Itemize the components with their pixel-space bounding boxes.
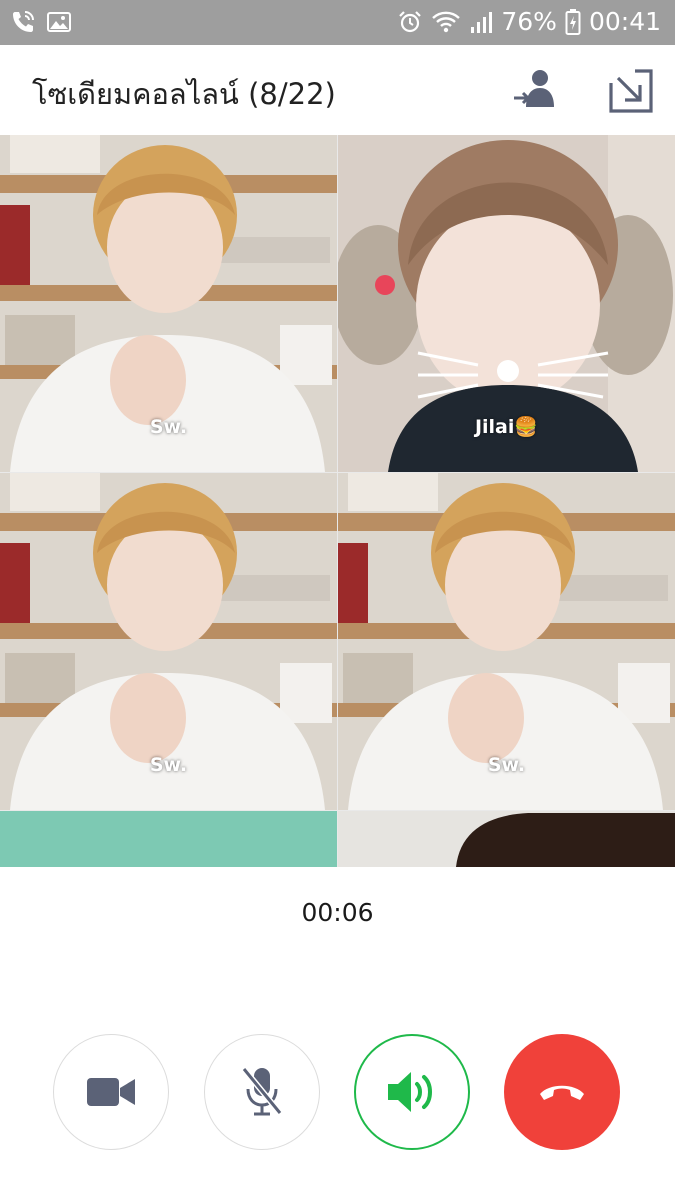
participant-video [338,811,675,867]
participant-name: Jilai🍔 [474,416,539,438]
video-camera-icon [87,1078,135,1106]
microphone-muted-icon [241,1067,283,1116]
participant-tile[interactable]: Jilai🍔 [338,135,675,472]
end-call-icon [540,1085,584,1100]
invite-member-button[interactable] [510,65,562,117]
call-header: โซเดียมคอลไลน์ (8/22) [0,45,675,135]
wifi-icon [431,9,461,35]
phone-wifi-icon [10,9,36,35]
participant-tile[interactable]: Sw. [0,135,337,472]
call-timer: 00:06 [301,898,374,927]
status-bar: 76% 00:41 [0,0,675,45]
signal-icon [469,9,493,35]
participant-name: Sw. [149,416,188,438]
participant-name: Sw. [487,754,526,776]
mute-button[interactable] [204,1034,320,1150]
image-icon [46,9,72,35]
minimize-icon [609,69,653,113]
participant-tile[interactable] [338,811,675,867]
video-toggle-button[interactable] [53,1034,169,1150]
alarm-icon [397,9,423,35]
video-grid: Sw. Jilai🍔 Sw. Sw. [0,135,675,867]
participant-tile[interactable]: Sw. [338,473,675,810]
end-call-button[interactable] [504,1034,620,1150]
clock-text: 00:41 [588,7,661,36]
participant-tile[interactable]: Sw. [0,473,337,810]
battery-charging-icon [565,8,581,36]
participant-name: Sw. [149,754,188,776]
speaker-button[interactable] [354,1034,470,1150]
battery-text: 76% [501,7,557,36]
minimize-button[interactable] [605,65,657,117]
call-title: โซเดียมคอลไลน์ (8/22) [32,77,336,111]
speaker-icon [388,1072,432,1112]
invite-member-icon [514,70,554,107]
participant-tile[interactable] [0,811,337,867]
